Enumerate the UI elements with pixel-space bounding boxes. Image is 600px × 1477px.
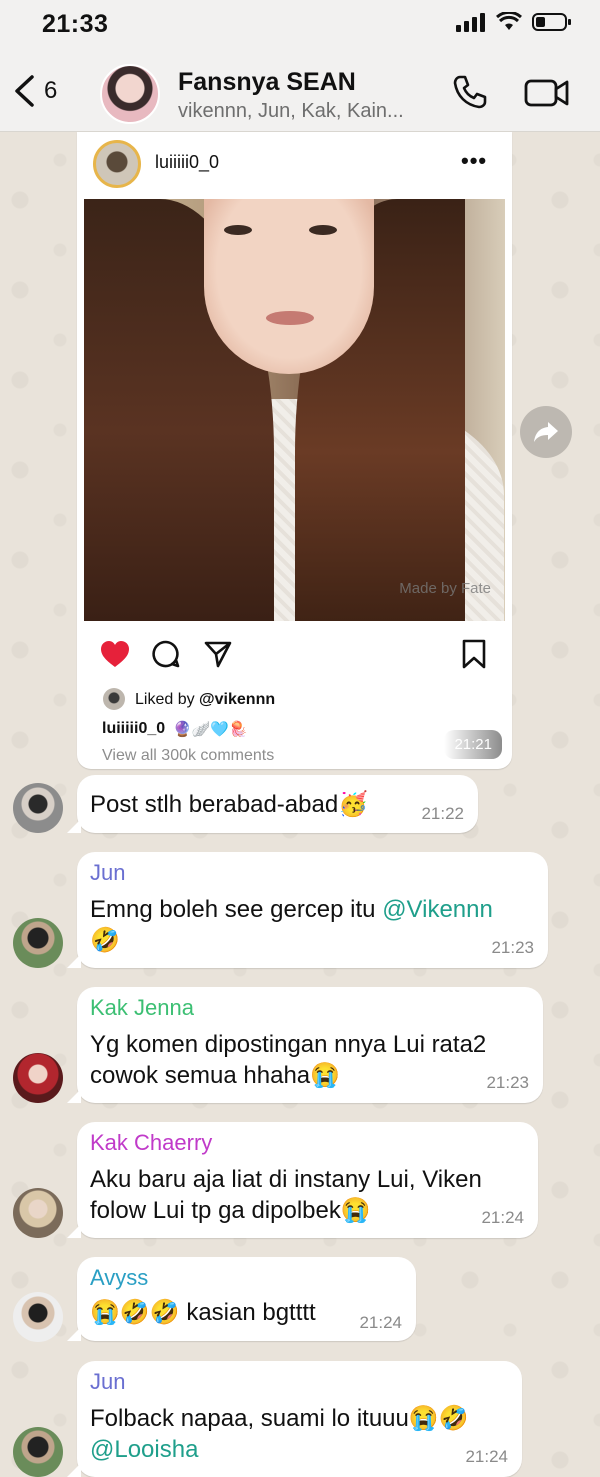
message-text: Emng boleh see gercep itu @Vikennn 🤣 (90, 894, 540, 956)
message-line: folow Lui tp ga dipolbek😭 (90, 1197, 371, 1224)
sender-name[interactable]: Avyss (90, 1265, 148, 1291)
group-title[interactable]: Fansnya SEAN (178, 68, 356, 97)
back-button[interactable]: 6 (12, 74, 57, 108)
bubble-tail (67, 1224, 81, 1238)
mention-link[interactable]: @Vikennn (382, 896, 493, 923)
photo-watermark: Made by Fate (399, 580, 491, 597)
message-text: Yg komen dipostingan nnya Lui rata2 cowok… (90, 1029, 486, 1091)
sender-avatar[interactable] (13, 1292, 63, 1342)
status-bar: 21:33 (0, 0, 600, 52)
message-time: 21:24 (465, 1447, 508, 1466)
bubble-tail (67, 1089, 81, 1103)
post-actions (99, 639, 494, 669)
comment-icon[interactable] (151, 639, 181, 669)
liked-by-text[interactable]: Liked by @vikennn (135, 691, 275, 709)
status-time: 21:33 (42, 10, 109, 38)
liked-by-prefix: Liked by (135, 691, 200, 708)
message-text: 😭🤣🤣 kasian bgtttt (90, 1299, 316, 1326)
heart-icon[interactable] (99, 639, 131, 669)
forward-button[interactable] (520, 406, 572, 458)
forward-arrow-icon (534, 422, 558, 442)
phone-call-icon[interactable] (452, 74, 488, 110)
more-options-icon[interactable]: ••• (461, 148, 487, 174)
sender-avatar[interactable] (13, 783, 63, 833)
message-text: Aku baru aja liat di instany Lui, Viken f… (90, 1164, 482, 1226)
battery-icon (532, 13, 571, 31)
caption-text: 🔮🪽🩵🪼 (173, 721, 248, 738)
message-bubble[interactable]: Jun Emng boleh see gercep itu @Vikennn 🤣 … (67, 852, 548, 968)
message-time: 21:24 (359, 1313, 402, 1332)
message-bubble[interactable]: Avyss 😭🤣🤣 kasian bgtttt 21:24 (67, 1257, 416, 1341)
message-text: Post stlh berabad-abad🥳 (90, 791, 369, 818)
post-username[interactable]: luiiiii0_0 (155, 152, 219, 173)
post-photo[interactable]: Made by Fate (84, 199, 505, 621)
message-bubble[interactable]: Kak Jenna Yg komen dipostingan nnya Lui … (67, 987, 543, 1103)
chevron-left-icon (15, 75, 34, 107)
signal-icon (456, 13, 485, 32)
photo-eye-left (224, 225, 252, 235)
message-time: 21:23 (491, 938, 534, 957)
sender-avatar[interactable] (13, 1053, 63, 1103)
wifi-icon (496, 12, 522, 30)
photo-eye-right (309, 225, 337, 235)
bubble-tail (67, 819, 81, 833)
message-line: Yg komen dipostingan nnya Lui rata2 (90, 1031, 487, 1058)
view-all-comments-link[interactable]: View all 300k comments (102, 747, 274, 765)
message-text: Folback napaa, suami lo ituuu😭🤣 @Looisha (90, 1403, 469, 1465)
message-text-part: Emng boleh see gercep itu (90, 896, 383, 923)
message-line: Folback napaa, suami lo ituuu😭🤣 (90, 1405, 469, 1432)
video-call-icon[interactable] (524, 78, 570, 108)
shared-instagram-post[interactable]: luiiiii0_0 ••• Made by Fate Liked by @vi… (77, 132, 512, 769)
chat-header: 6 Fansnya SEAN vikennn, Jun, Kak, Kain..… (0, 52, 600, 132)
message-bubble[interactable]: Jun Folback napaa, suami lo ituuu😭🤣 @Looi… (67, 1361, 522, 1477)
message-time: 21:22 (421, 804, 464, 823)
sender-name[interactable]: Kak Jenna (90, 995, 194, 1021)
message-time: 21:24 (481, 1208, 524, 1227)
liked-by-avatar (103, 688, 125, 710)
unread-count: 6 (44, 77, 58, 104)
status-icons (456, 12, 572, 32)
message-time: 21:21 (444, 730, 502, 759)
sender-avatar[interactable] (13, 1427, 63, 1477)
message-text-part: 🤣 (90, 927, 120, 954)
post-author-avatar[interactable] (93, 140, 141, 188)
sender-avatar[interactable] (13, 918, 63, 968)
caption-username[interactable]: luiiiii0_0 (102, 720, 165, 738)
group-avatar[interactable] (100, 64, 160, 124)
share-icon[interactable] (203, 639, 233, 669)
message-line: Aku baru aja liat di instany Lui, Viken (90, 1166, 482, 1193)
bookmark-icon[interactable] (461, 639, 487, 669)
message-bubble[interactable]: Post stlh berabad-abad🥳 21:22 (67, 775, 478, 833)
sender-name[interactable]: Jun (90, 860, 125, 886)
sender-name[interactable]: Jun (90, 1369, 125, 1395)
group-members[interactable]: vikennn, Jun, Kak, Kain... (178, 100, 404, 123)
bubble-tail (67, 1463, 81, 1477)
sender-avatar[interactable] (13, 1188, 63, 1238)
bubble-tail (67, 1327, 81, 1341)
liked-by-user[interactable]: @vikennn (199, 691, 275, 708)
mention-link[interactable]: @Looisha (90, 1436, 198, 1463)
bubble-tail (67, 954, 81, 968)
message-bubble[interactable]: Kak Chaerry Aku baru aja liat di instany… (67, 1122, 538, 1238)
message-line: cowok semua hhaha😭 (90, 1062, 341, 1089)
photo-lips (266, 311, 314, 325)
message-time: 21:23 (486, 1073, 529, 1092)
sender-name[interactable]: Kak Chaerry (90, 1130, 212, 1156)
